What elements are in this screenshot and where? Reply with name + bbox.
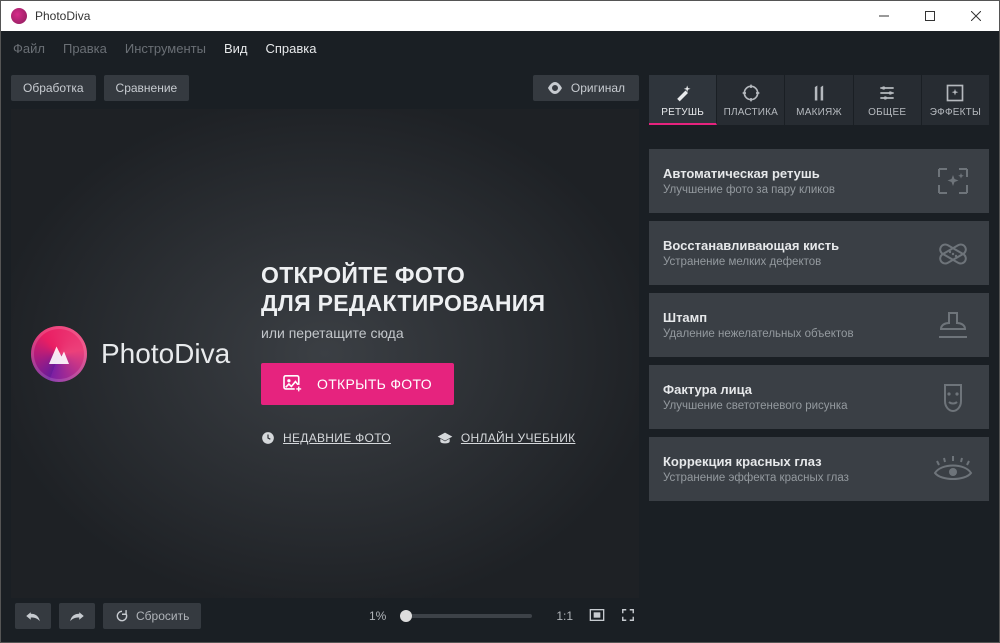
sparkles-icon [931, 161, 975, 201]
online-tutorial-label: ОНЛАЙН УЧЕБНИК [461, 431, 576, 445]
original-toggle-button[interactable]: Оригинал [533, 75, 639, 101]
app-title: PhotoDiva [35, 9, 90, 23]
menubar: Файл Правка Инструменты Вид Справка [1, 31, 999, 65]
tool-face-texture[interactable]: Фактура лица Улучшение светотеневого рис… [649, 365, 989, 429]
zoom-percent: 1% [369, 609, 386, 623]
bandage-icon [931, 233, 975, 273]
clock-icon [261, 431, 275, 445]
welcome-sub: или перетащите сюда [261, 325, 619, 341]
app-icon [11, 8, 27, 24]
menu-view[interactable]: Вид [224, 41, 248, 56]
brand-logo-icon [31, 326, 87, 382]
open-photo-label: ОТКРЫТЬ ФОТО [317, 376, 432, 392]
tab-makeup[interactable]: МАКИЯЖ [785, 75, 853, 125]
eye-lash-icon [931, 449, 975, 489]
brand-block: PhotoDiva [31, 326, 261, 382]
tool-red-eye[interactable]: Коррекция красных глаз Устранение эффект… [649, 437, 989, 501]
tool-list: Автоматическая ретушь Улучшение фото за … [649, 149, 989, 501]
reset-button[interactable]: Сбросить [103, 603, 201, 629]
category-tabs: РЕТУШЬ ПЛАСТИКА МАКИЯЖ ОБЩЕЕ ЭФФЕКТЫ [649, 75, 989, 125]
redo-icon [68, 609, 86, 623]
view-toolbar: Обработка Сравнение Оригинал [11, 75, 639, 101]
tool-title: Штамп [663, 310, 919, 325]
eye-icon [547, 82, 563, 94]
zoom-ratio-button[interactable]: 1:1 [556, 609, 573, 623]
online-tutorial-link[interactable]: ОНЛАЙН УЧЕБНИК [437, 431, 576, 445]
right-panel: РЕТУШЬ ПЛАСТИКА МАКИЯЖ ОБЩЕЕ ЭФФЕКТЫ [649, 65, 999, 642]
fullscreen-icon [621, 608, 635, 622]
tool-desc: Улучшение фото за пару кликов [663, 184, 919, 196]
menu-edit[interactable]: Правка [63, 41, 107, 56]
left-column: Обработка Сравнение Оригинал PhotoDiva [1, 65, 649, 642]
refresh-icon [115, 609, 129, 623]
compare-tab-button[interactable]: Сравнение [104, 75, 190, 101]
tool-desc: Устранение эффекта красных глаз [663, 472, 919, 484]
fit-screen-icon [589, 608, 605, 622]
open-photo-button[interactable]: ОТКРЫТЬ ФОТО [261, 363, 454, 405]
window-minimize-button[interactable] [861, 1, 907, 31]
titlebar: PhotoDiva [1, 1, 999, 31]
menu-tools[interactable]: Инструменты [125, 41, 206, 56]
recent-photos-label: НЕДАВНИЕ ФОТО [283, 431, 391, 445]
target-icon [741, 83, 761, 103]
stamp-icon [931, 305, 975, 345]
tab-general[interactable]: ОБЩЕЕ [854, 75, 922, 125]
tool-desc: Улучшение светотеневого рисунка [663, 400, 919, 412]
bottom-toolbar: Сбросить 1% 1:1 [11, 598, 639, 634]
tool-title: Коррекция красных глаз [663, 454, 919, 469]
welcome-heading: ОТКРОЙТЕ ФОТО ДЛЯ РЕДАКТИРОВАНИЯ [261, 262, 619, 317]
tab-plastic[interactable]: ПЛАСТИКА [717, 75, 785, 125]
original-label: Оригинал [571, 81, 625, 95]
brand-name: PhotoDiva [101, 338, 230, 370]
tool-desc: Устранение мелких дефектов [663, 256, 919, 268]
tool-clone-stamp[interactable]: Штамп Удаление нежелательных объектов [649, 293, 989, 357]
processing-tab-button[interactable]: Обработка [11, 75, 96, 101]
redo-button[interactable] [59, 603, 95, 629]
tool-desc: Удаление нежелательных объектов [663, 328, 919, 340]
menu-file[interactable]: Файл [13, 41, 45, 56]
welcome-text: ОТКРОЙТЕ ФОТО ДЛЯ РЕДАКТИРОВАНИЯ или пер… [261, 262, 619, 445]
tab-effects[interactable]: ЭФФЕКТЫ [922, 75, 989, 125]
fit-screen-button[interactable] [589, 608, 605, 625]
menu-help[interactable]: Справка [265, 41, 316, 56]
undo-icon [24, 609, 42, 623]
tab-retouch[interactable]: РЕТУШЬ [649, 75, 717, 125]
sliders-icon [877, 83, 897, 103]
zoom-slider-thumb[interactable] [400, 610, 412, 622]
wand-icon [673, 83, 693, 103]
lipstick-icon [809, 83, 829, 103]
image-add-icon [283, 375, 303, 393]
graduation-cap-icon [437, 431, 453, 445]
face-mask-icon [931, 377, 975, 417]
canvas[interactable]: PhotoDiva ОТКРОЙТЕ ФОТО ДЛЯ РЕДАКТИРОВАН… [11, 109, 639, 598]
zoom-slider[interactable] [402, 614, 532, 618]
sparkle-frame-icon [945, 83, 965, 103]
tool-title: Фактура лица [663, 382, 919, 397]
tool-title: Автоматическая ретушь [663, 166, 919, 181]
tool-title: Восстанавливающая кисть [663, 238, 919, 253]
tool-healing-brush[interactable]: Восстанавливающая кисть Устранение мелки… [649, 221, 989, 285]
window-close-button[interactable] [953, 1, 999, 31]
undo-button[interactable] [15, 603, 51, 629]
app-window: PhotoDiva Файл Правка Инструменты Вид Сп… [0, 0, 1000, 643]
recent-photos-link[interactable]: НЕДАВНИЕ ФОТО [261, 431, 391, 445]
window-maximize-button[interactable] [907, 1, 953, 31]
reset-label: Сбросить [136, 609, 189, 623]
tool-auto-retouch[interactable]: Автоматическая ретушь Улучшение фото за … [649, 149, 989, 213]
fullscreen-button[interactable] [621, 608, 635, 625]
